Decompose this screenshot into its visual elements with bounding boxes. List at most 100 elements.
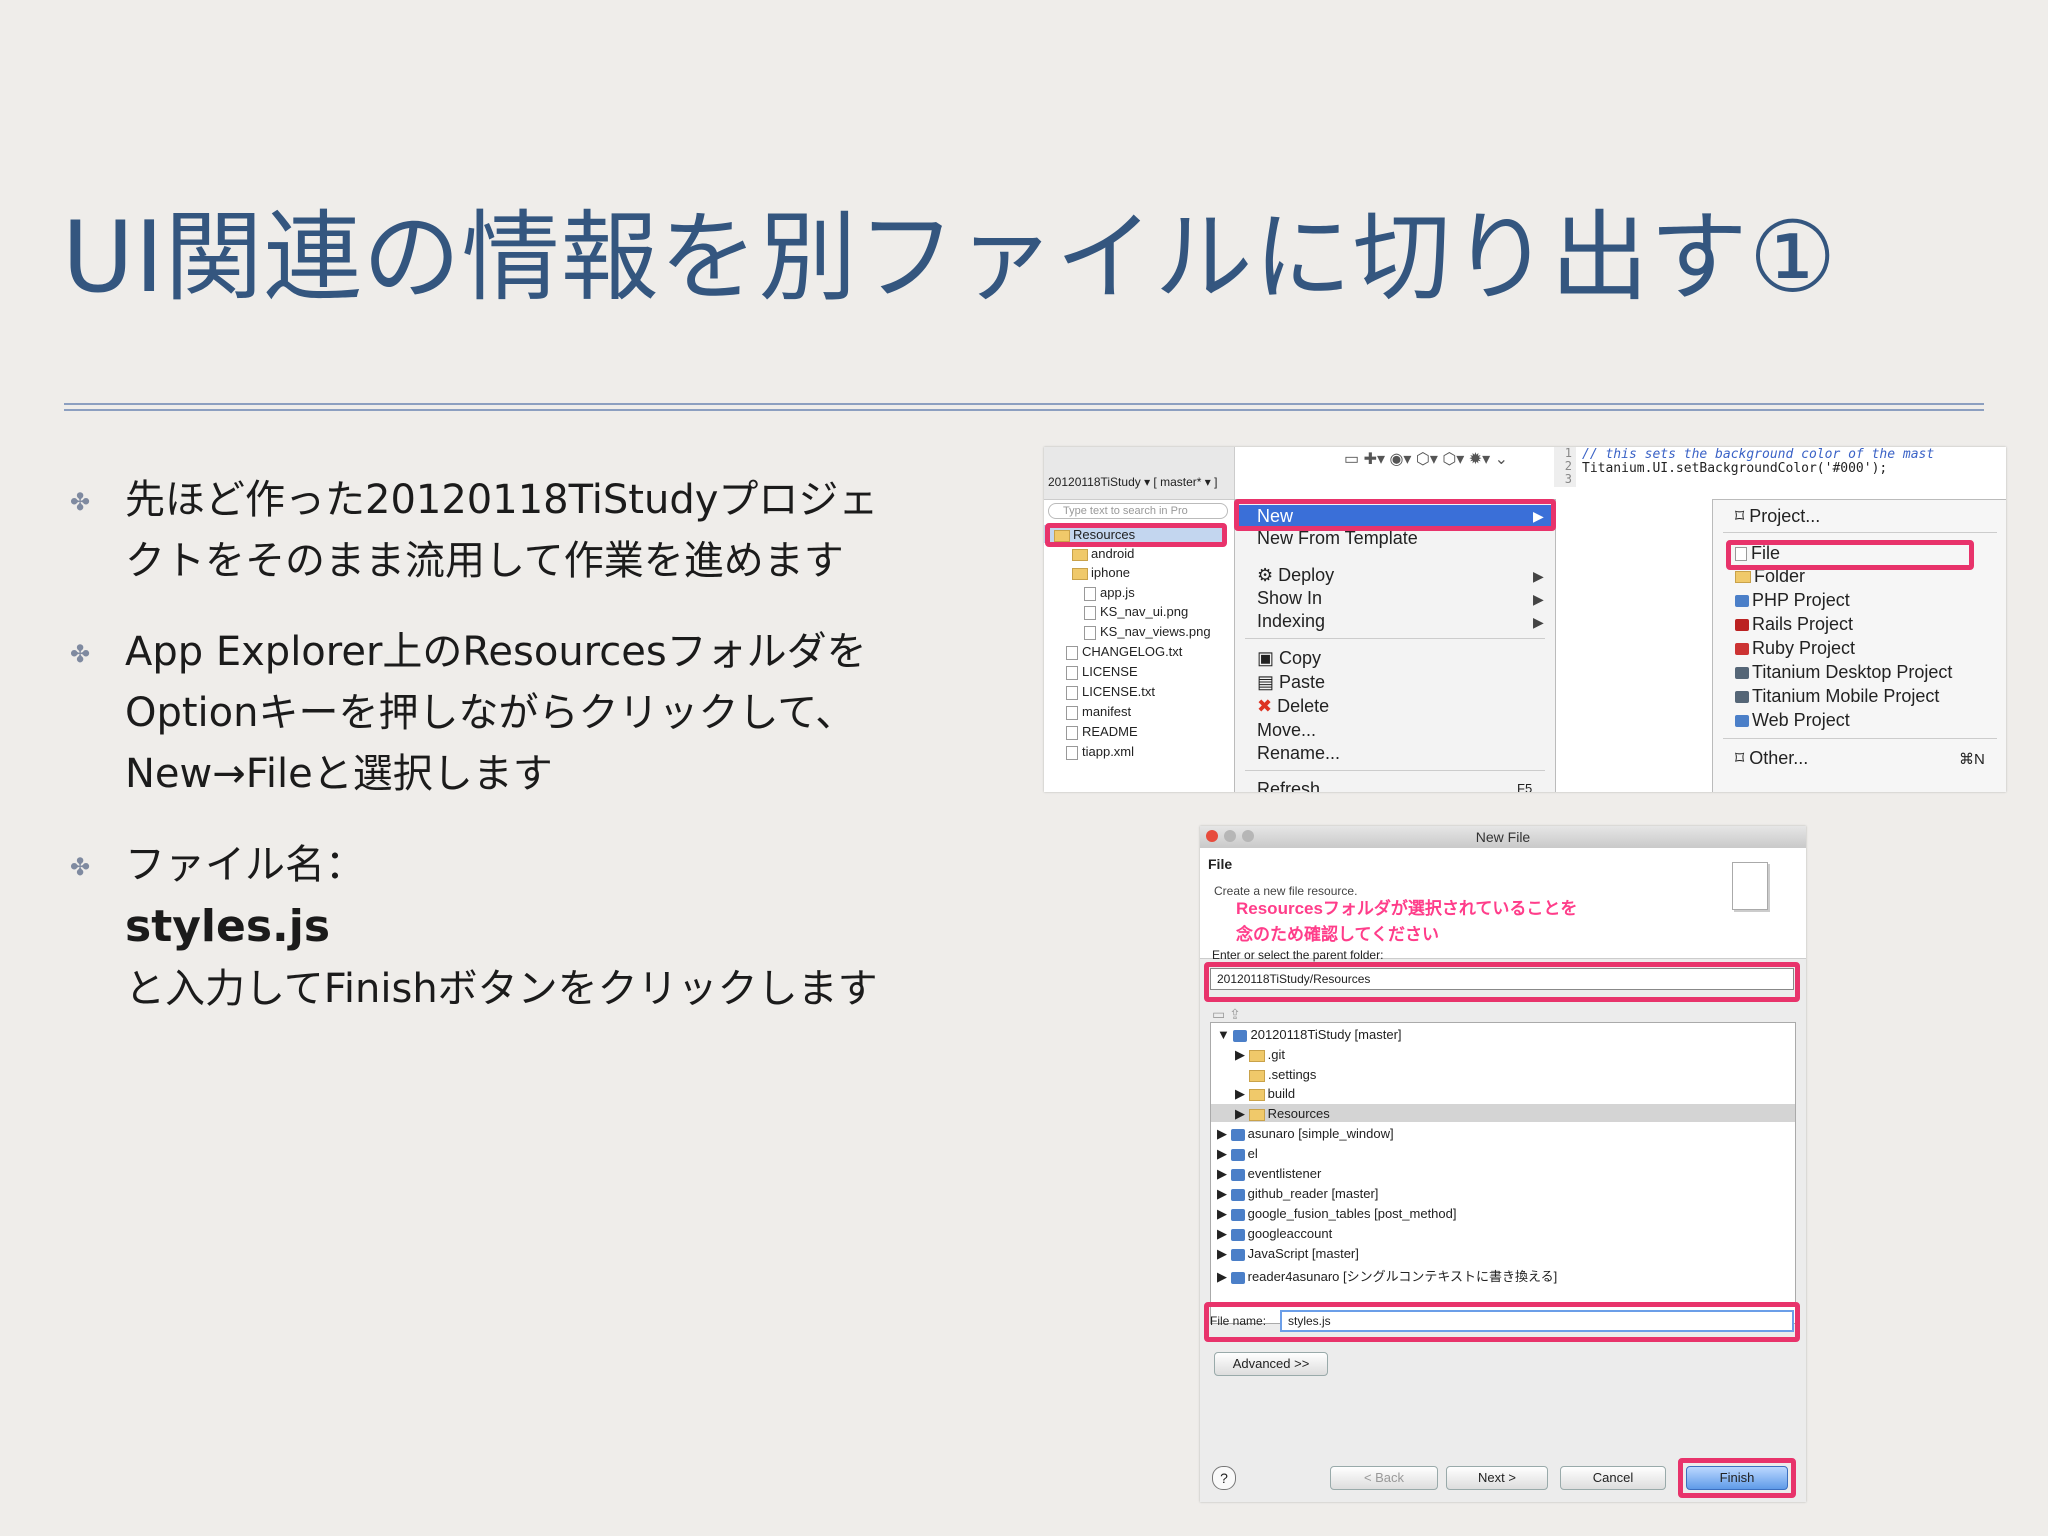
tree-item-project[interactable]: ▶ google_fusion_tables [post_method] [1217,1206,1457,1222]
refresh-shortcut: F5 [1517,781,1533,792]
bullet-line: ファイル名： [125,842,365,888]
bullet-item: ✤ ファイル名： styles.js と入力してFinishボタンをクリックしま… [70,835,970,1020]
tree-item[interactable]: iphone [1072,565,1130,580]
xml-file-icon [1066,745,1078,760]
folder-tree: ▼ 20120118TiStudy [master] ▶ .git .setti… [1210,1022,1796,1324]
menu-item-indexing[interactable]: Indexing [1257,611,1325,632]
menu-separator [1245,638,1545,639]
menu-item-refresh[interactable]: Refresh [1257,779,1320,792]
tree-item[interactable]: manifest [1066,704,1131,720]
tree-item-project[interactable]: ▶ reader4asunaro [シングルコンテキストに書き換える] [1217,1266,1557,1285]
tree-item[interactable]: LICENSE [1066,664,1138,680]
project-icon [1230,1228,1245,1241]
submenu-arrow-icon: ▶ [1533,568,1544,584]
menu-item-paste[interactable]: ▤ Paste [1257,672,1325,693]
menu-item-deploy[interactable]: ⚙ Deploy [1257,565,1334,586]
folder-icon [1248,1088,1265,1101]
highlight-new [1234,499,1556,531]
menu-item-copy[interactable]: ▣ Copy [1257,648,1321,669]
project-icon: ⌑ [1735,506,1750,526]
tree-item[interactable]: ▶ build [1235,1086,1295,1102]
context-menu: New ▶ New From Template ⚙ Deploy ▶ Show … [1234,499,1556,792]
submenu-item-titanium-desktop[interactable]: Titanium Desktop Project [1735,662,1952,683]
branch-selector[interactable]: 20120118TiStudy ▾ [ master* ▾ ] [1048,475,1217,489]
folder-icon [1072,548,1088,561]
tree-item-project[interactable]: ▶ asunaro [simple_window] [1217,1126,1394,1142]
code-editor: 1 2 3 // this sets the background color … [1554,447,2006,487]
bullet-icon: ✤ [70,640,91,668]
tree-item-project[interactable]: ▼ 20120118TiStudy [master] [1217,1027,1402,1042]
copy-icon: ▣ [1257,648,1280,668]
tree-item[interactable]: ▶ .git [1235,1047,1285,1063]
tree-item-resources[interactable]: ▶ Resources [1235,1106,1330,1122]
code-line: // this sets the background color of the… [1582,447,1935,462]
menu-item-delete[interactable]: ✖ Delete [1257,696,1329,717]
submenu-item-project[interactable]: ⌑ Project... [1735,506,1820,527]
line-number: 3 [1564,472,1572,486]
submenu-item-web-project[interactable]: Web Project [1735,710,1850,731]
submenu-item-other[interactable]: ⌑ Other... [1735,748,1808,769]
tree-item-project[interactable]: ▶ eventlistener [1217,1166,1321,1182]
other-icon: ⌑ [1735,748,1750,768]
tree-item[interactable]: app.js [1084,585,1135,601]
bullet-item: ✤ 先ほど作った20120118TiStudyプロジェ クトをそのまま流用して作… [70,470,970,592]
ruby-icon [1735,643,1749,656]
explorer-panel: 20120118TiStudy ▾ [ master* ▾ ] Type tex… [1044,447,1235,792]
explorer-search-input[interactable]: Type text to search in Pro [1048,503,1228,519]
submenu-arrow-icon: ▶ [1533,614,1544,630]
tree-item-project[interactable]: ▶ github_reader [master] [1217,1186,1378,1202]
submenu-arrow-icon: ▶ [1533,591,1544,607]
tree-item[interactable]: CHANGELOG.txt [1066,644,1182,660]
menu-item-show-in[interactable]: Show In [1257,588,1322,609]
tree-item[interactable]: tiapp.xml [1066,744,1134,760]
bullet-line: 先ほど作った20120118TiStudyプロジェ [125,477,879,523]
highlight-finish [1678,1458,1796,1498]
project-icon [1230,1271,1245,1284]
file-icon [1066,705,1078,720]
folder-icon [1248,1049,1265,1062]
submenu-item-ruby-project[interactable]: Ruby Project [1735,638,1855,659]
menu-item-new-from-template[interactable]: New From Template [1257,528,1418,549]
next-button[interactable]: Next > [1446,1466,1548,1490]
bullet-line: クトをそのまま流用して作業を進めます [125,538,844,584]
file-icon [1066,645,1078,660]
bullet-line: App Explorer上のResourcesフォルダを [125,629,867,675]
menu-item-move[interactable]: Move... [1257,720,1316,741]
tree-item[interactable]: README [1066,724,1138,740]
tree-item-project[interactable]: ▶ JavaScript [master] [1217,1246,1359,1262]
project-icon [1230,1208,1245,1221]
title-divider [64,409,1984,411]
other-shortcut: ⌘N [1959,751,1985,768]
dialog-titlebar: New File [1200,826,1806,849]
submenu-item-rails-project[interactable]: Rails Project [1735,614,1853,635]
tree-item-project[interactable]: ▶ el [1217,1146,1258,1162]
folder-icon [1248,1108,1265,1121]
toolbar-icons: ▭ ✚▾ ◉▾ ⬡▾ ⬡▾ ✹▾ ⌄ [1344,451,1509,468]
back-button[interactable]: < Back [1330,1466,1438,1490]
highlight-file [1726,540,1974,570]
tree-item[interactable]: .settings [1249,1067,1316,1082]
image-file-icon [1084,625,1096,640]
explorer-toolbar: 20120118TiStudy ▾ [ master* ▾ ] [1044,447,1234,500]
tree-item[interactable]: KS_nav_ui.png [1084,604,1188,620]
submenu-item-php-project[interactable]: PHP Project [1735,590,1850,611]
menu-item-rename[interactable]: Rename... [1257,743,1340,764]
bullet-line: Optionキーを押しながらクリックして、 [125,690,856,736]
folder-icon [1735,571,1751,584]
annotation-line: Resourcesフォルダが選択されていることを [1236,899,1578,918]
submenu-item-titanium-mobile[interactable]: Titanium Mobile Project [1735,686,1939,707]
tree-item-project[interactable]: ▶ googleaccount [1217,1226,1332,1242]
cancel-button[interactable]: Cancel [1560,1466,1666,1490]
titanium-icon [1735,691,1749,704]
bullet-filename: styles.js [125,901,331,952]
bullet-line: と入力してFinishボタンをクリックします [125,966,878,1012]
advanced-button[interactable]: Advanced >> [1214,1352,1328,1376]
tree-item[interactable]: LICENSE.txt [1066,684,1155,700]
tree-item[interactable]: android [1072,546,1134,561]
deploy-icon: ⚙ [1257,565,1279,585]
project-icon [1230,1168,1245,1181]
tree-item[interactable]: KS_nav_views.png [1084,624,1211,640]
folder-icon [1072,567,1088,580]
dialog-heading: File [1208,856,1233,872]
help-icon[interactable]: ? [1212,1466,1236,1490]
